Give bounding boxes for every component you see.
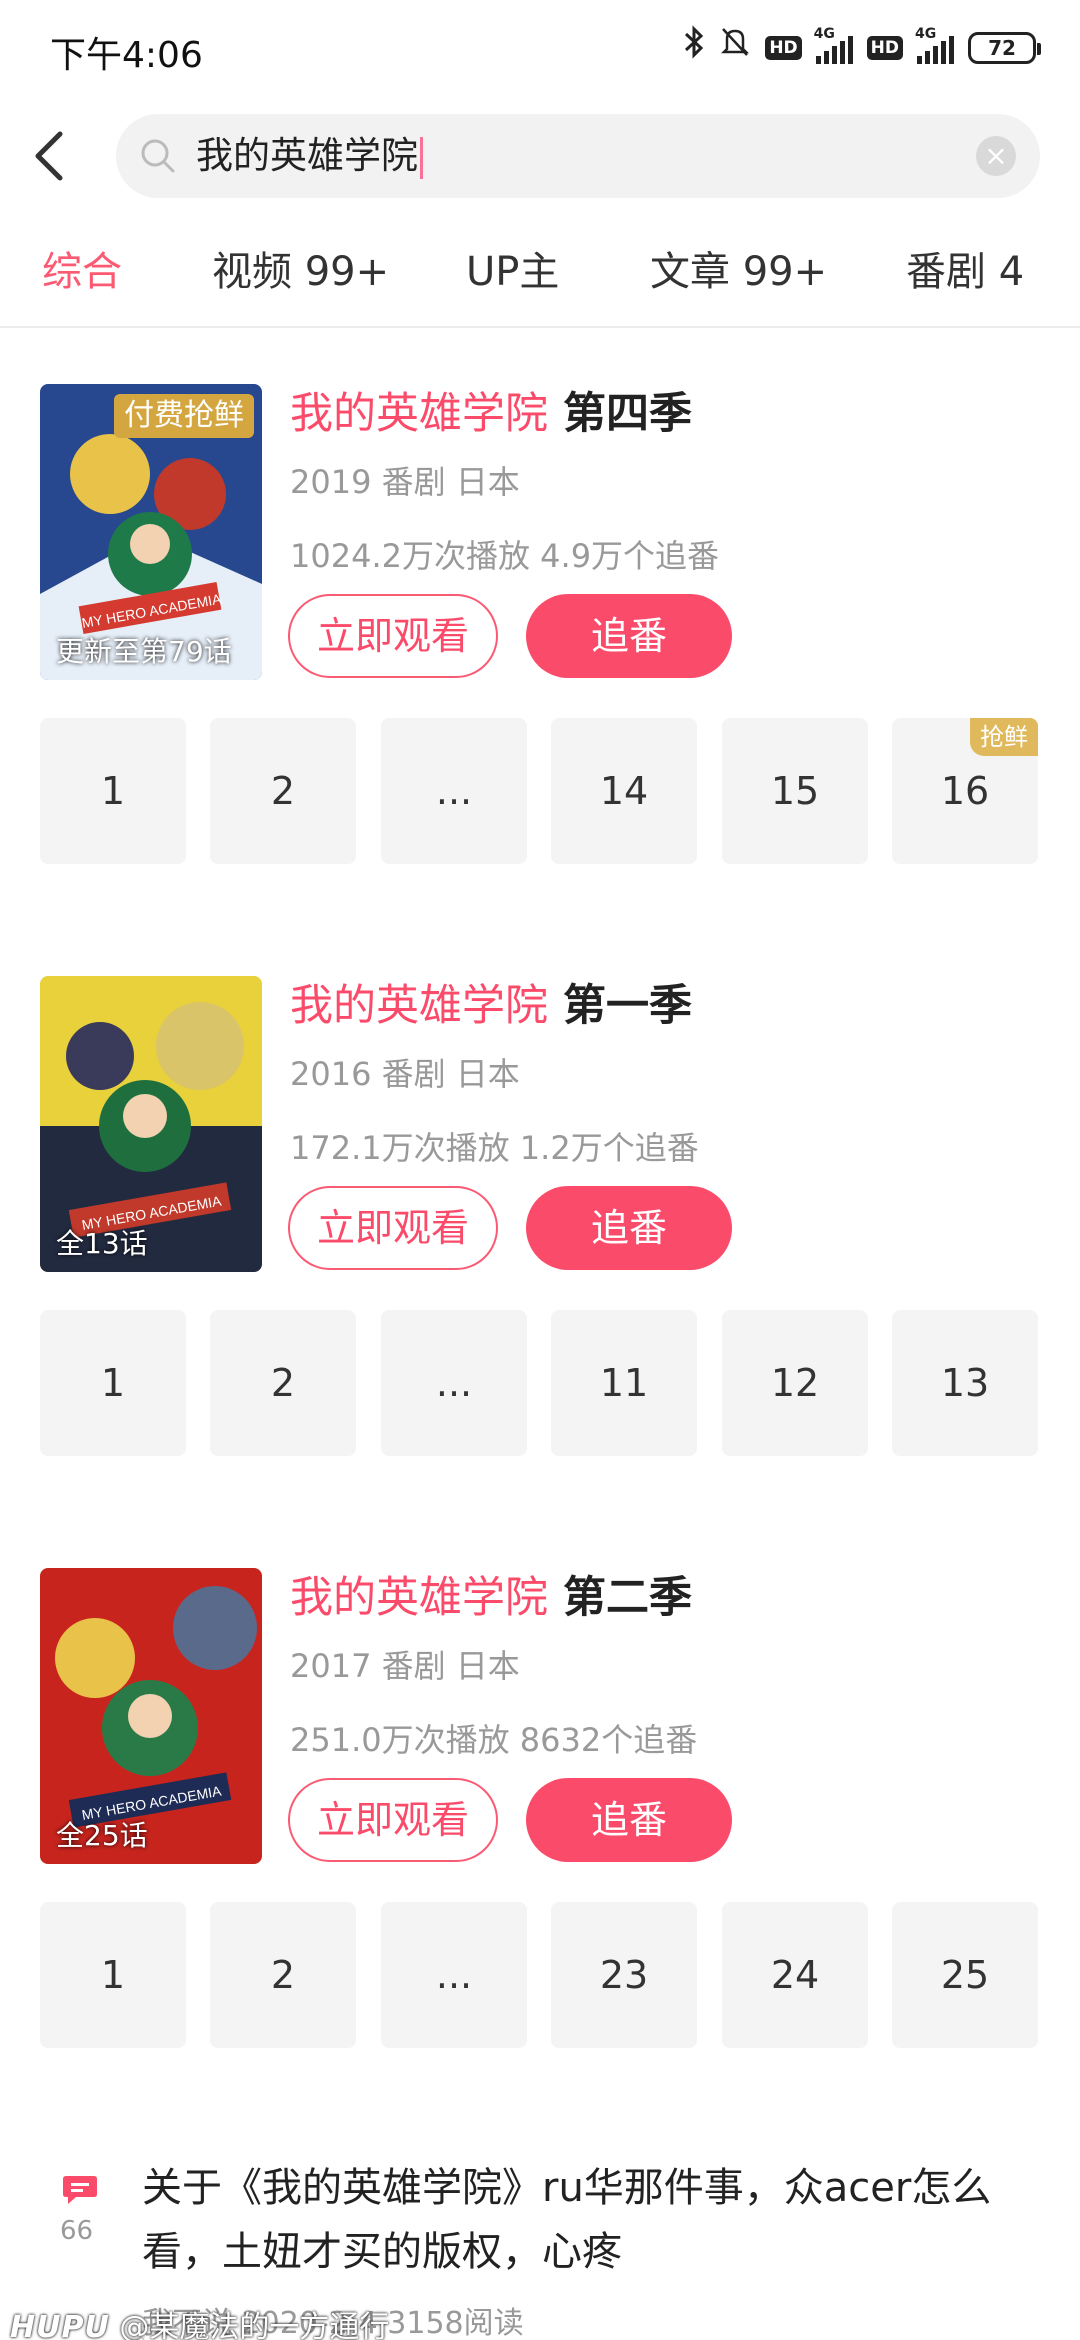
comment-count: 66 <box>60 2216 94 2246</box>
poster-image[interactable]: MY HERO ACADEMIA 全25话 <box>40 1568 262 1864</box>
card-meta: 2019 番剧 日本 <box>290 463 520 501</box>
episode-status: 全25话 <box>56 1819 148 1852</box>
card-meta: 2017 番剧 日本 <box>290 1647 520 1685</box>
card-stats: 1024.2万次播放 4.9万个追番 <box>290 537 720 575</box>
episode-button[interactable]: 2 <box>210 718 356 864</box>
watermark: HUPU @某魔法的一方通行 <box>10 2310 390 2340</box>
back-button[interactable] <box>30 118 90 194</box>
tab-bangumi[interactable]: 番剧 4 <box>906 244 1024 300</box>
comment-icon <box>63 2176 97 2204</box>
search-icon <box>141 139 175 173</box>
search-box[interactable]: 我的英雄学院 × <box>116 114 1040 198</box>
episode-button[interactable]: 1 <box>40 1310 186 1456</box>
episode-button[interactable]: 13 <box>892 1310 1038 1456</box>
episode-button[interactable]: 2 <box>210 1310 356 1456</box>
poster-image[interactable]: MY HERO ACADEMIA 付费抢鲜 更新至第79话 <box>40 384 262 680</box>
card-title[interactable]: 我的英雄学院 第二季 <box>290 1568 692 1628</box>
article-title[interactable]: 关于《我的英雄学院》ru华那件事，众acer怎么看，土妞才买的版权，心疼 <box>142 2156 1042 2284</box>
follow-button[interactable]: 追番 <box>526 1186 732 1270</box>
follow-button[interactable]: 追番 <box>526 594 732 678</box>
episode-status: 全13话 <box>56 1227 148 1260</box>
bangumi-card[interactable]: MY HERO ACADEMIA 付费抢鲜 更新至第79话 我的英雄学院 第四季… <box>0 384 1080 904</box>
bangumi-card[interactable]: MY HERO ACADEMIA 全13话 我的英雄学院 第一季 2016 番剧… <box>0 976 1080 1496</box>
episode-button[interactable]: 2 <box>210 1902 356 2048</box>
hd-badge: HD <box>866 36 903 60</box>
mute-icon <box>719 25 751 72</box>
episode-button[interactable]: 11 <box>551 1310 697 1456</box>
bluetooth-icon <box>683 24 705 72</box>
episode-button[interactable]: 1 <box>40 718 186 864</box>
poster-image[interactable]: MY HERO ACADEMIA 全13话 <box>40 976 262 1272</box>
search-tabs: 综合 视频 99+ UP主 文章 99+ 番剧 4 <box>0 224 1080 328</box>
watch-now-button[interactable]: 立即观看 <box>288 1778 498 1862</box>
tab-all[interactable]: 综合 <box>42 244 122 300</box>
card-title[interactable]: 我的英雄学院 第四季 <box>290 384 692 444</box>
search-input[interactable]: 我的英雄学院 <box>196 130 423 182</box>
episode-button[interactable]: 16 抢鲜 <box>892 718 1038 864</box>
clear-icon[interactable]: × <box>976 136 1016 176</box>
episode-button[interactable]: 23 <box>551 1902 697 2048</box>
early-access-badge: 抢鲜 <box>970 718 1038 756</box>
episode-button[interactable]: 1 <box>40 1902 186 2048</box>
status-bar: 下午4:06 HD 4G HD 4G 72 <box>0 0 1080 96</box>
episode-button[interactable]: 15 <box>722 718 868 864</box>
signal-4g-icon: 4G <box>915 26 954 64</box>
episode-button[interactable]: 25 <box>892 1902 1038 2048</box>
episode-button[interactable]: 12 <box>722 1310 868 1456</box>
status-time: 下午4:06 <box>50 35 203 76</box>
battery-icon: 72 <box>968 32 1041 64</box>
status-icons: HD 4G HD 4G 72 <box>683 24 1041 72</box>
episode-button[interactable]: 24 <box>722 1902 868 2048</box>
episode-button[interactable]: 14 <box>551 718 697 864</box>
episode-button[interactable]: ... <box>381 1902 527 2048</box>
watch-now-button[interactable]: 立即观看 <box>288 594 498 678</box>
episode-row: 1 2 ... 23 24 25 <box>40 1902 1040 2048</box>
card-title[interactable]: 我的英雄学院 第一季 <box>290 976 692 1036</box>
tab-article[interactable]: 文章 99+ <box>650 244 827 300</box>
hd-badge: HD <box>765 36 802 60</box>
paid-badge: 付费抢鲜 <box>114 394 254 438</box>
episode-row: 1 2 ... 14 15 16 抢鲜 <box>40 718 1040 864</box>
card-meta: 2016 番剧 日本 <box>290 1055 520 1093</box>
episode-button[interactable]: ... <box>381 718 527 864</box>
bangumi-card[interactable]: MY HERO ACADEMIA 全25话 我的英雄学院 第二季 2017 番剧… <box>0 1568 1080 2088</box>
tab-uploader[interactable]: UP主 <box>466 244 559 300</box>
follow-button[interactable]: 追番 <box>526 1778 732 1862</box>
episode-status: 更新至第79话 <box>56 635 232 668</box>
episode-button[interactable]: ... <box>381 1310 527 1456</box>
tab-video[interactable]: 视频 99+ <box>212 244 389 300</box>
card-stats: 251.0万次播放 8632个追番 <box>290 1721 698 1759</box>
signal-4g-icon: 4G <box>814 26 853 64</box>
card-stats: 172.1万次播放 1.2万个追番 <box>290 1129 699 1167</box>
episode-row: 1 2 ... 11 12 13 <box>40 1310 1040 1456</box>
back-arrow-icon <box>35 131 63 181</box>
watch-now-button[interactable]: 立即观看 <box>288 1186 498 1270</box>
